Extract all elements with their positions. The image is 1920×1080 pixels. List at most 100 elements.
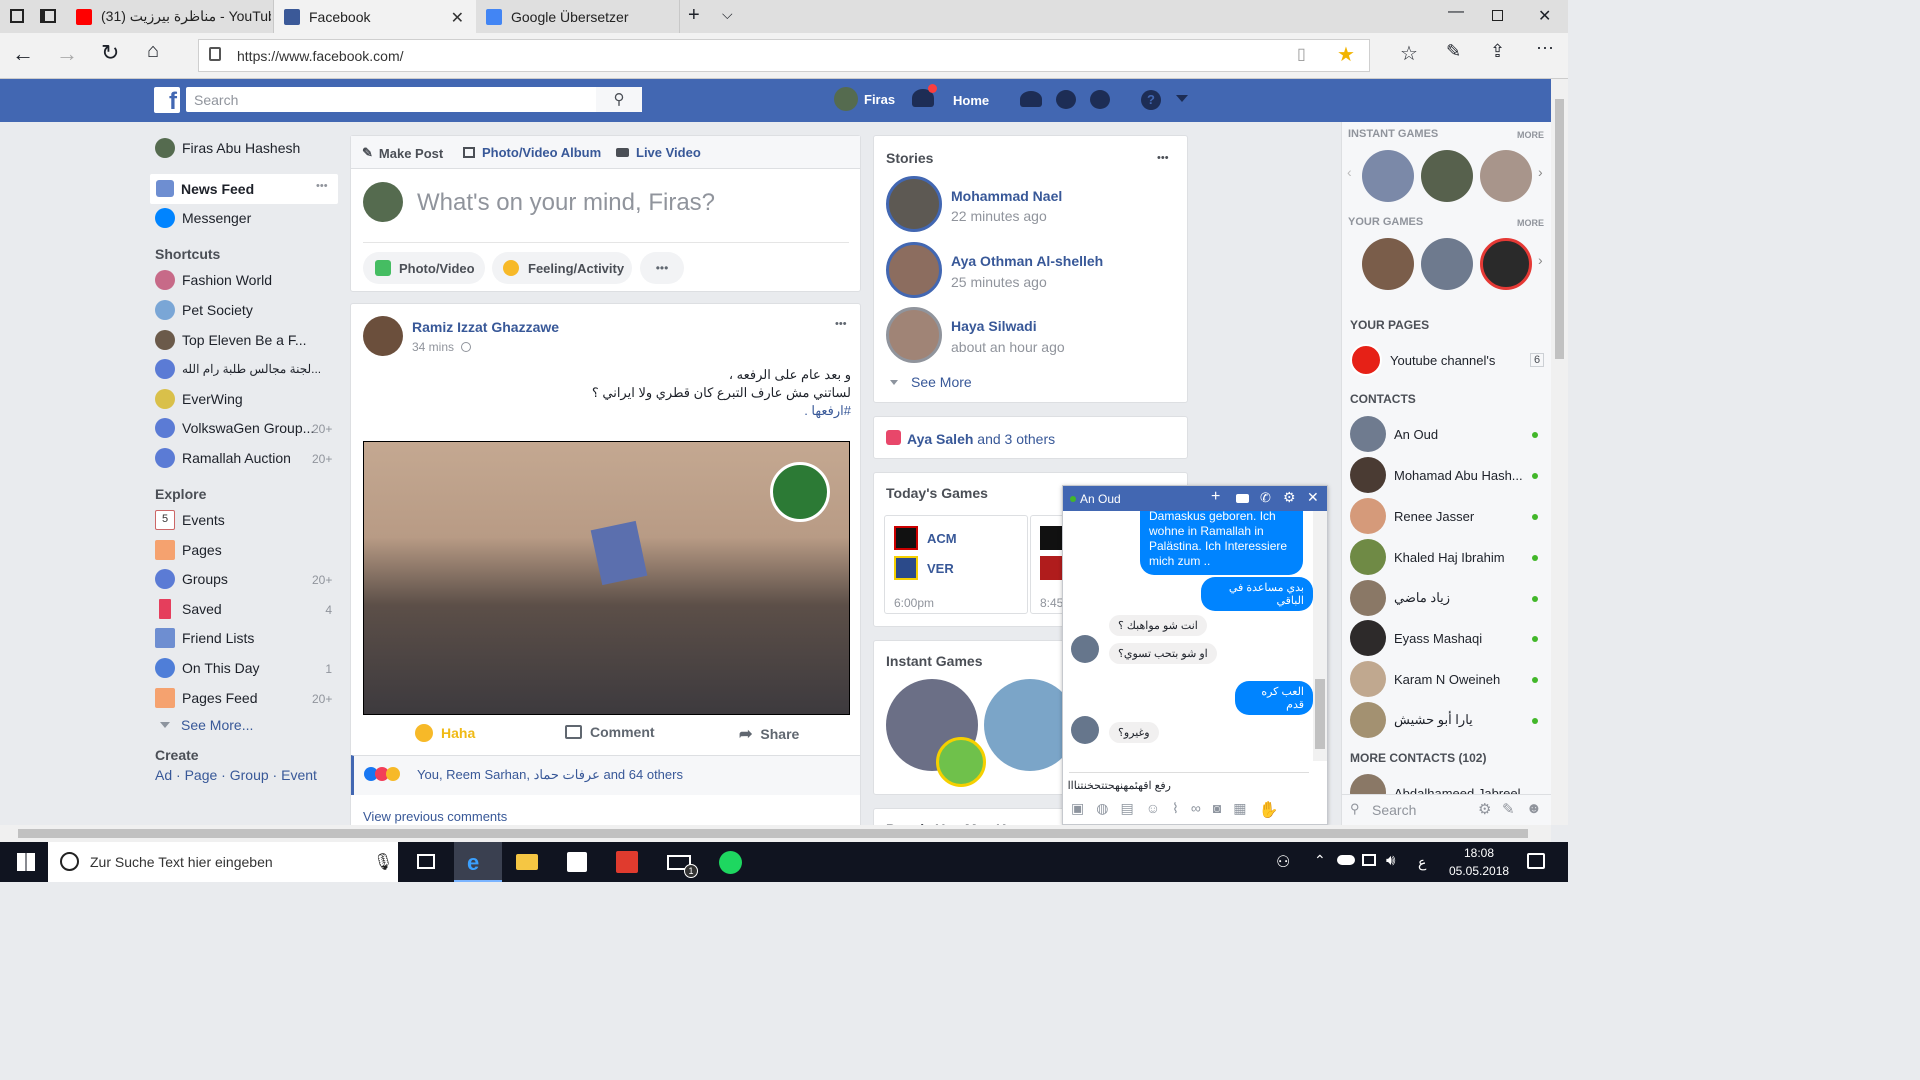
contact-item[interactable]: Karam N Oweineh	[1350, 661, 1545, 697]
link-icon[interactable]: ∞	[1191, 800, 1201, 820]
like-thumb-icon[interactable]: ✋	[1259, 800, 1279, 820]
create-group-link[interactable]: Group	[230, 767, 269, 783]
left-profile-link[interactable]: Firas Abu Hashesh	[155, 138, 335, 158]
camera-icon[interactable]: ◙	[1213, 800, 1221, 820]
reactions-summary[interactable]: You, Reem Sarhan, عرفات حماد and 64 othe…	[417, 767, 683, 783]
address-bar[interactable]: https://www.facebook.com/ ▯ ★	[198, 39, 1370, 72]
profile-link[interactable]: Firas	[834, 87, 895, 111]
reading-view-icon[interactable]: ▯	[1297, 44, 1306, 64]
post-hashtag[interactable]: #ارفعها .	[363, 402, 851, 420]
shortcut-item[interactable]: VolkswaGen Group...	[155, 418, 335, 438]
contact-item[interactable]: Mohamad Abu Hash...	[1350, 457, 1545, 493]
explore-item[interactable]: Pages Feed	[155, 688, 335, 708]
page-item[interactable]: Youtube channel's	[1350, 342, 1545, 378]
post-timestamp[interactable]: 34 mins	[412, 340, 472, 354]
action-center-icon[interactable]	[1527, 853, 1545, 869]
page-vertical-scrollbar[interactable]	[1551, 79, 1568, 825]
tab-actions-icon[interactable]	[10, 9, 24, 23]
contact-item[interactable]: Abdalhameed Jabreel	[1350, 774, 1545, 794]
home-link[interactable]: Home	[953, 93, 989, 108]
tab-facebook[interactable]: Facebook ✕	[274, 0, 476, 33]
share-button[interactable]: ➦ Share	[739, 724, 799, 744]
chat-scrollbar[interactable]	[1313, 511, 1327, 761]
story-avatar[interactable]	[886, 307, 942, 363]
set-tabs-aside-icon[interactable]	[40, 9, 56, 23]
chat-contact-name[interactable]: An Oud	[1080, 492, 1121, 506]
comment-button[interactable]: Comment	[565, 724, 655, 740]
tab-list-chevron-icon[interactable]: ⌵	[722, 6, 733, 23]
post-author-name[interactable]: Ramiz Izzat Ghazzawe	[412, 319, 559, 335]
create-page-link[interactable]: Page	[185, 767, 218, 783]
news-feed-more-icon[interactable]: •••	[316, 180, 328, 192]
emoji-icon[interactable]: ☺	[1146, 800, 1160, 820]
post-image[interactable]	[363, 441, 850, 715]
shortcut-item[interactable]: Top Eleven Be a F...	[155, 330, 335, 350]
match-card[interactable]: ACM VER 6:00pm	[884, 515, 1028, 614]
windows-start-icon[interactable]	[17, 853, 35, 871]
explore-item[interactable]: Pages	[155, 540, 335, 560]
shortcut-item[interactable]: لجنة مجالس طلبة رام الله...	[155, 359, 335, 379]
contact-item[interactable]: زياد ماضي	[1350, 580, 1545, 616]
horizontal-scroll-thumb[interactable]	[18, 829, 1528, 838]
shortcut-item[interactable]: Ramallah Auction	[155, 448, 335, 468]
share-icon[interactable]: ⇪	[1490, 41, 1505, 62]
photo-video-button[interactable]: Photo/Video	[363, 252, 485, 284]
carousel-right-icon[interactable]: ›	[1538, 164, 1543, 180]
explore-item[interactable]: Groups	[155, 569, 335, 589]
facebook-logo-icon[interactable]: f	[154, 87, 180, 113]
carousel-right-icon[interactable]: ›	[1538, 252, 1543, 268]
explore-item[interactable]: Saved	[155, 599, 335, 619]
maximize-icon[interactable]	[1492, 10, 1503, 21]
help-icon[interactable]: ?	[1141, 90, 1161, 110]
explore-item[interactable]: 5 Events	[155, 510, 335, 530]
make-post-tab[interactable]: ✎ Make Post	[362, 145, 443, 161]
reading-list-icon[interactable]: ☆	[1400, 41, 1418, 66]
shortcut-item[interactable]: Fashion World	[155, 270, 335, 290]
favorite-star-icon[interactable]: ★	[1337, 42, 1355, 67]
network-icon[interactable]	[1362, 854, 1376, 866]
contact-item[interactable]: يارا أبو حشيش	[1350, 702, 1545, 738]
close-tab-icon[interactable]: ✕	[451, 8, 464, 28]
stories-menu-icon[interactable]: •••	[1157, 152, 1169, 164]
game-thumb[interactable]	[1421, 238, 1473, 290]
clock-date[interactable]: 05.05.2018	[1449, 864, 1509, 878]
taskbar-edge-app[interactable]: e	[454, 842, 502, 882]
game-thumb[interactable]	[1480, 238, 1532, 290]
new-tab-icon[interactable]: +	[688, 4, 700, 27]
create-ad-link[interactable]: Ad	[155, 767, 172, 783]
messenger-item[interactable]: Messenger	[155, 208, 335, 228]
store-icon[interactable]	[567, 852, 587, 872]
your-games-more[interactable]: MORE	[1517, 218, 1544, 228]
game-thumb[interactable]	[1362, 238, 1414, 290]
gift-app-icon[interactable]	[616, 851, 638, 873]
sticker-icon[interactable]: ◍	[1096, 800, 1108, 820]
facebook-search-input[interactable]: Search	[186, 87, 642, 112]
refresh-icon[interactable]: ↻	[101, 40, 119, 66]
story-name[interactable]: Aya Othman Al-shelleh	[951, 253, 1103, 269]
haha-button[interactable]: Haha	[415, 724, 475, 742]
game-thumb[interactable]	[1421, 150, 1473, 202]
close-window-icon[interactable]: ✕	[1538, 6, 1551, 26]
shortcut-item[interactable]: Pet Society	[155, 300, 335, 320]
instant-games-more[interactable]: MORE	[1517, 130, 1544, 140]
birthdays-text[interactable]: Aya Saleh and 3 others	[907, 431, 1055, 447]
account-menu-chevron-icon[interactable]	[1176, 95, 1188, 102]
live-video-tab[interactable]: Live Video	[616, 145, 701, 160]
chat-options-gear-icon[interactable]: ⚙	[1478, 800, 1491, 818]
minimize-icon[interactable]: —	[1448, 3, 1464, 21]
chat-scroll-thumb[interactable]	[1315, 679, 1325, 749]
add-people-icon[interactable]: +	[1211, 488, 1220, 506]
video-call-icon[interactable]	[1236, 494, 1249, 503]
more-icon[interactable]: ···	[1536, 37, 1554, 58]
explore-item[interactable]: On This Day	[155, 658, 335, 678]
story-name[interactable]: Mohammad Nael	[951, 188, 1062, 204]
games-icon[interactable]: ▦	[1233, 800, 1246, 820]
spotify-icon[interactable]	[719, 851, 742, 874]
notifications-icon[interactable]	[1090, 90, 1110, 109]
contacts-search-input[interactable]: Search	[1372, 802, 1416, 818]
close-chat-icon[interactable]: ✕	[1307, 489, 1319, 506]
create-event-link[interactable]: Event	[281, 767, 317, 783]
carousel-left-icon[interactable]: ‹	[1347, 164, 1352, 180]
people-icon[interactable]: ⚇	[1276, 852, 1290, 872]
taskbar-search-box[interactable]: Zur Suche Text hier eingeben 🎙︎	[48, 842, 398, 882]
